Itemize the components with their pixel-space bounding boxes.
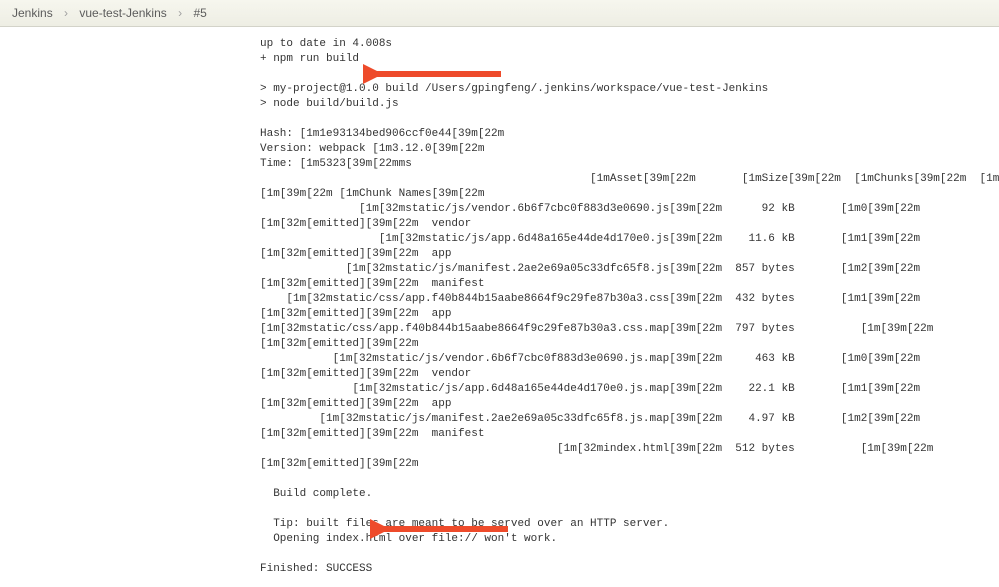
breadcrumb-sep-icon: › — [178, 6, 182, 20]
breadcrumb: Jenkins › vue-test-Jenkins › #5 — [0, 0, 999, 27]
breadcrumb-sep-icon: › — [64, 6, 68, 20]
breadcrumb-item-job[interactable]: vue-test-Jenkins — [79, 6, 166, 20]
console-output: up to date in 4.008s + npm run build > m… — [260, 37, 999, 577]
breadcrumb-item-build[interactable]: #5 — [193, 6, 206, 20]
breadcrumb-item-jenkins[interactable]: Jenkins — [12, 6, 53, 20]
